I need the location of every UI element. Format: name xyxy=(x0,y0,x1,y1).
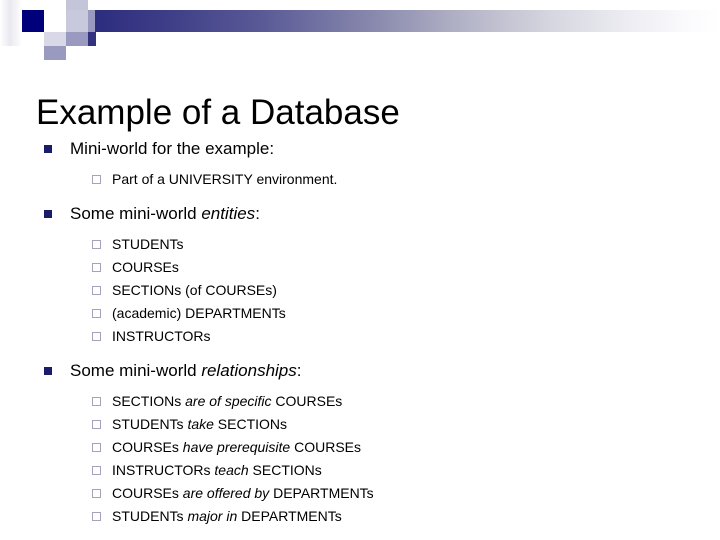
bullet-level2-label: STUDENTs xyxy=(112,236,184,252)
mosaic-square xyxy=(66,0,88,10)
hollow-square-bullet-icon xyxy=(92,263,101,272)
bullet-level2-label: COURSEs have prerequisite COURSEs xyxy=(112,439,361,455)
bullet-level2-item: INSTRUCTORs teach SECTIONs xyxy=(0,459,720,482)
header-left-fade xyxy=(0,0,22,46)
bullet-level1-item: Mini-world for the example: xyxy=(0,136,720,162)
hollow-square-bullet-icon xyxy=(92,420,101,429)
bullet-level2-item: STUDENTs xyxy=(0,233,720,256)
emphasised-run: are offered by xyxy=(182,485,270,501)
emphasised-run: teach xyxy=(214,462,249,478)
hollow-square-bullet-icon xyxy=(92,175,101,184)
bullet-level1-label: Mini-world for the example: xyxy=(70,139,274,158)
bullet-level2-label: STUDENTs take SECTIONs xyxy=(112,416,287,432)
bullet-level2-label: (academic) DEPARTMENTs xyxy=(112,305,286,321)
bullet-level1-item: Some mini-world relationships: xyxy=(0,358,720,384)
mosaic-square xyxy=(88,32,96,46)
text-run: Mini-world for the example: xyxy=(70,139,275,158)
text-run: : xyxy=(255,204,260,223)
bullet-level1-label: Some mini-world relationships: xyxy=(70,361,302,380)
hollow-square-bullet-icon xyxy=(92,489,101,498)
bullet-level2-label: STUDENTs major in DEPARTMENTs xyxy=(112,508,342,524)
text-run: Part of a UNIVERSITY environment. xyxy=(112,171,338,187)
emphasised-run: take xyxy=(187,416,214,432)
bullet-level2-item: COURSEs have prerequisite COURSEs xyxy=(0,436,720,459)
text-run: Some mini-world xyxy=(70,361,202,380)
text-run: INSTRUCTORs xyxy=(112,462,215,478)
text-run: SECTIONs xyxy=(112,393,186,409)
bullet-level2-list: STUDENTs COURSEs SECTIONs (of COURSEs) (aca… xyxy=(0,233,720,348)
slide-header-decoration xyxy=(0,0,720,60)
bullet-level2-label: COURSEs are offered by DEPARTMENTs xyxy=(112,485,374,501)
text-run: STUDENTs xyxy=(112,508,188,524)
emphasised-run: have prerequisite xyxy=(182,439,291,455)
hollow-square-bullet-icon xyxy=(92,443,101,452)
emphasised-run: are of specific xyxy=(185,393,272,409)
square-bullet-icon xyxy=(44,145,52,153)
hollow-square-bullet-icon xyxy=(92,240,101,249)
bullet-level1-item: Some mini-world entities: xyxy=(0,201,720,227)
bullet-level2-label: COURSEs xyxy=(112,259,179,275)
bullet-level2-item: SECTIONs are of specific COURSEs xyxy=(0,390,720,413)
mosaic-square xyxy=(44,32,66,46)
text-run: STUDENTs xyxy=(112,236,184,252)
header-gradient-bar xyxy=(95,10,720,32)
text-run: INSTRUCTORs xyxy=(112,328,211,344)
mosaic-square xyxy=(44,46,66,60)
text-run: COURSEs xyxy=(271,393,343,409)
mosaic-square xyxy=(44,10,66,32)
text-run: (academic) DEPARTMENTs xyxy=(112,305,286,321)
mosaic-square xyxy=(22,10,44,32)
bullet-level2-item: Part of a UNIVERSITY environment. xyxy=(0,168,720,191)
emphasised-run: relationships xyxy=(201,361,297,380)
emphasised-run: major in xyxy=(187,508,238,524)
text-run: SECTIONs xyxy=(248,462,322,478)
text-run: Some mini-world xyxy=(70,204,202,223)
text-run: : xyxy=(296,361,302,380)
text-run: COURSEs xyxy=(112,259,179,275)
bullet-level1-label: Some mini-world entities: xyxy=(70,204,260,223)
hollow-square-bullet-icon xyxy=(92,309,101,318)
bullet-level2-item: SECTIONs (of COURSEs) xyxy=(0,279,720,302)
square-bullet-icon xyxy=(44,367,52,375)
bullet-level2-label: INSTRUCTORs teach SECTIONs xyxy=(112,462,322,478)
mosaic-square xyxy=(66,10,88,32)
text-run: COURSEs xyxy=(112,439,183,455)
text-run: COURSEs xyxy=(290,439,361,455)
hollow-square-bullet-icon xyxy=(92,332,101,341)
hollow-square-bullet-icon xyxy=(92,466,101,475)
text-run: DEPARTMENTs xyxy=(269,485,374,501)
bullet-level2-item: STUDENTs major in DEPARTMENTs xyxy=(0,505,720,528)
bullet-level2-item: STUDENTs take SECTIONs xyxy=(0,413,720,436)
bullet-level2-label: SECTIONs are of specific COURSEs xyxy=(112,393,342,409)
bullet-level2-label: SECTIONs (of COURSEs) xyxy=(112,282,277,298)
text-run: COURSEs xyxy=(112,485,183,501)
mosaic-square xyxy=(66,32,88,46)
square-bullet-icon xyxy=(44,210,52,218)
bullet-level2-item: INSTRUCTORs xyxy=(0,325,720,348)
page-title: Example of a Database xyxy=(36,93,400,133)
hollow-square-bullet-icon xyxy=(92,397,101,406)
text-run: STUDENTs xyxy=(112,416,188,432)
bullet-level2-label: Part of a UNIVERSITY environment. xyxy=(112,171,337,187)
hollow-square-bullet-icon xyxy=(92,286,101,295)
text-run: SECTIONs (of COURSEs) xyxy=(112,282,277,298)
emphasised-run: entities xyxy=(201,204,256,223)
bullet-level2-item: (academic) DEPARTMENTs xyxy=(0,302,720,325)
bullet-level2-item: COURSEs xyxy=(0,256,720,279)
slide-content: Mini-world for the example: Part of a UNI… xyxy=(0,136,720,528)
text-run: DEPARTMENTs xyxy=(237,508,342,524)
bullet-level2-item: COURSEs are offered by DEPARTMENTs xyxy=(0,482,720,505)
bullet-level2-list: SECTIONs are of specific COURSEs STUDENTs… xyxy=(0,390,720,528)
hollow-square-bullet-icon xyxy=(92,512,101,521)
text-run: SECTIONs xyxy=(213,416,288,432)
bullet-level2-label: INSTRUCTORs xyxy=(112,328,211,344)
bullet-level2-list: Part of a UNIVERSITY environment. xyxy=(0,168,720,191)
